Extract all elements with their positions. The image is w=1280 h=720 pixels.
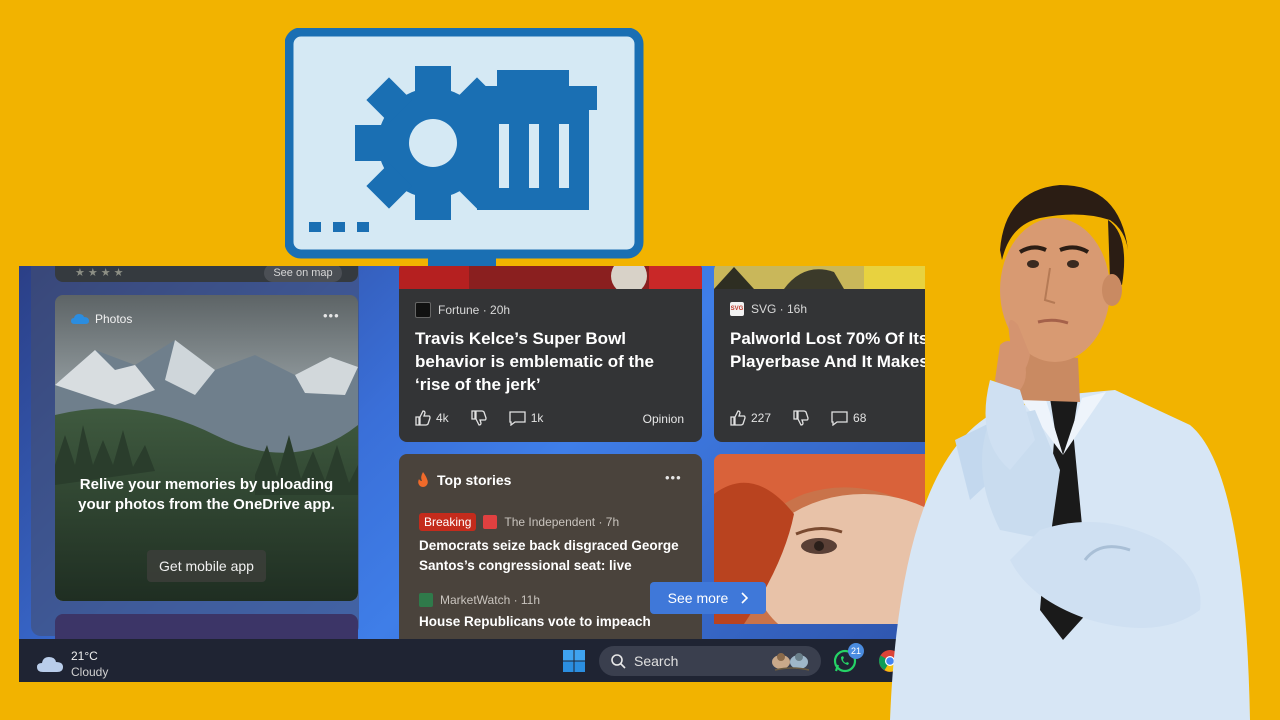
story-source: MarketWatch · 11h xyxy=(419,593,540,607)
get-mobile-app-button[interactable]: Get mobile app xyxy=(147,550,266,582)
thinking-man-illustration xyxy=(890,185,1250,720)
thumbs-up-icon[interactable] xyxy=(730,410,746,426)
breaking-badge: Breaking xyxy=(419,513,477,531)
news-card[interactable]: Fortune · 20h Travis Kelce’s Super Bowl … xyxy=(399,266,702,442)
comment-icon[interactable] xyxy=(509,410,526,426)
story-headline[interactable]: House Republicans vote to impeach xyxy=(419,612,651,632)
story-source: Breaking The Independent · 7h xyxy=(419,513,619,531)
article-headline[interactable]: Travis Kelce’s Super Bowl behavior is em… xyxy=(415,327,654,396)
search-box[interactable]: Search xyxy=(599,646,821,676)
see-more-button[interactable]: See more xyxy=(650,582,766,614)
article-image xyxy=(399,266,702,289)
search-icon xyxy=(611,653,626,669)
story-headline[interactable]: Democrats seize back disgraced George Sa… xyxy=(419,536,679,576)
windows-logo-icon[interactable] xyxy=(563,650,585,672)
search-highlight-birds-icon xyxy=(772,653,810,671)
thumbs-up-icon[interactable] xyxy=(415,410,431,426)
article-actions: 4k 1k xyxy=(415,410,543,426)
photos-message: Relive your memories by uploading your p… xyxy=(78,476,335,513)
top-stories-card: Top stories ••• Breaking The Independent… xyxy=(399,454,702,644)
photos-title: Photos xyxy=(95,312,133,326)
marketwatch-logo-icon xyxy=(419,593,433,607)
cloud-icon xyxy=(37,657,63,672)
top-stories-title: Top stories xyxy=(437,472,512,488)
opinion-tag: Opinion xyxy=(642,412,684,426)
independent-logo-icon xyxy=(483,515,498,529)
temperature: 21°C xyxy=(71,649,98,663)
map-card: ★★★★ See on map xyxy=(55,266,358,282)
see-more-label: See more xyxy=(667,590,729,606)
weather-condition: Cloudy xyxy=(71,665,109,679)
more-options-icon[interactable]: ••• xyxy=(665,470,682,485)
widgets-screenshot: ★★★★ See on map Photos ••• Relive your m… xyxy=(19,266,925,682)
comment-count: 1k xyxy=(530,411,544,425)
comment-icon[interactable] xyxy=(831,410,848,426)
svg-logo-icon: SVG xyxy=(730,302,744,316)
like-count: 227 xyxy=(751,411,772,425)
flame-icon xyxy=(418,472,428,487)
onedrive-cloud-icon xyxy=(71,314,89,324)
rating-stars: ★★★★ xyxy=(75,267,127,279)
fortune-logo-icon xyxy=(415,302,431,318)
taskbar: 21°C Cloudy Search 21 xyxy=(19,639,925,682)
like-count: 4k xyxy=(436,411,449,425)
article-source: SVG SVG · 16h xyxy=(730,302,808,316)
article-actions: 227 68 xyxy=(730,410,866,426)
more-options-icon[interactable]: ••• xyxy=(323,308,340,323)
photos-header: Photos xyxy=(71,312,132,326)
chevron-right-icon xyxy=(741,592,749,604)
search-label: Search xyxy=(634,653,679,669)
weather-widget[interactable]: 21°C Cloudy xyxy=(37,648,108,680)
thumbs-down-icon[interactable] xyxy=(471,410,487,426)
see-on-map-button[interactable]: See on map xyxy=(264,266,342,282)
photos-card: Photos ••• Relive your memories by uploa… xyxy=(55,295,358,601)
article-source: Fortune · 20h xyxy=(415,302,510,318)
thumbs-down-icon[interactable] xyxy=(793,410,809,426)
